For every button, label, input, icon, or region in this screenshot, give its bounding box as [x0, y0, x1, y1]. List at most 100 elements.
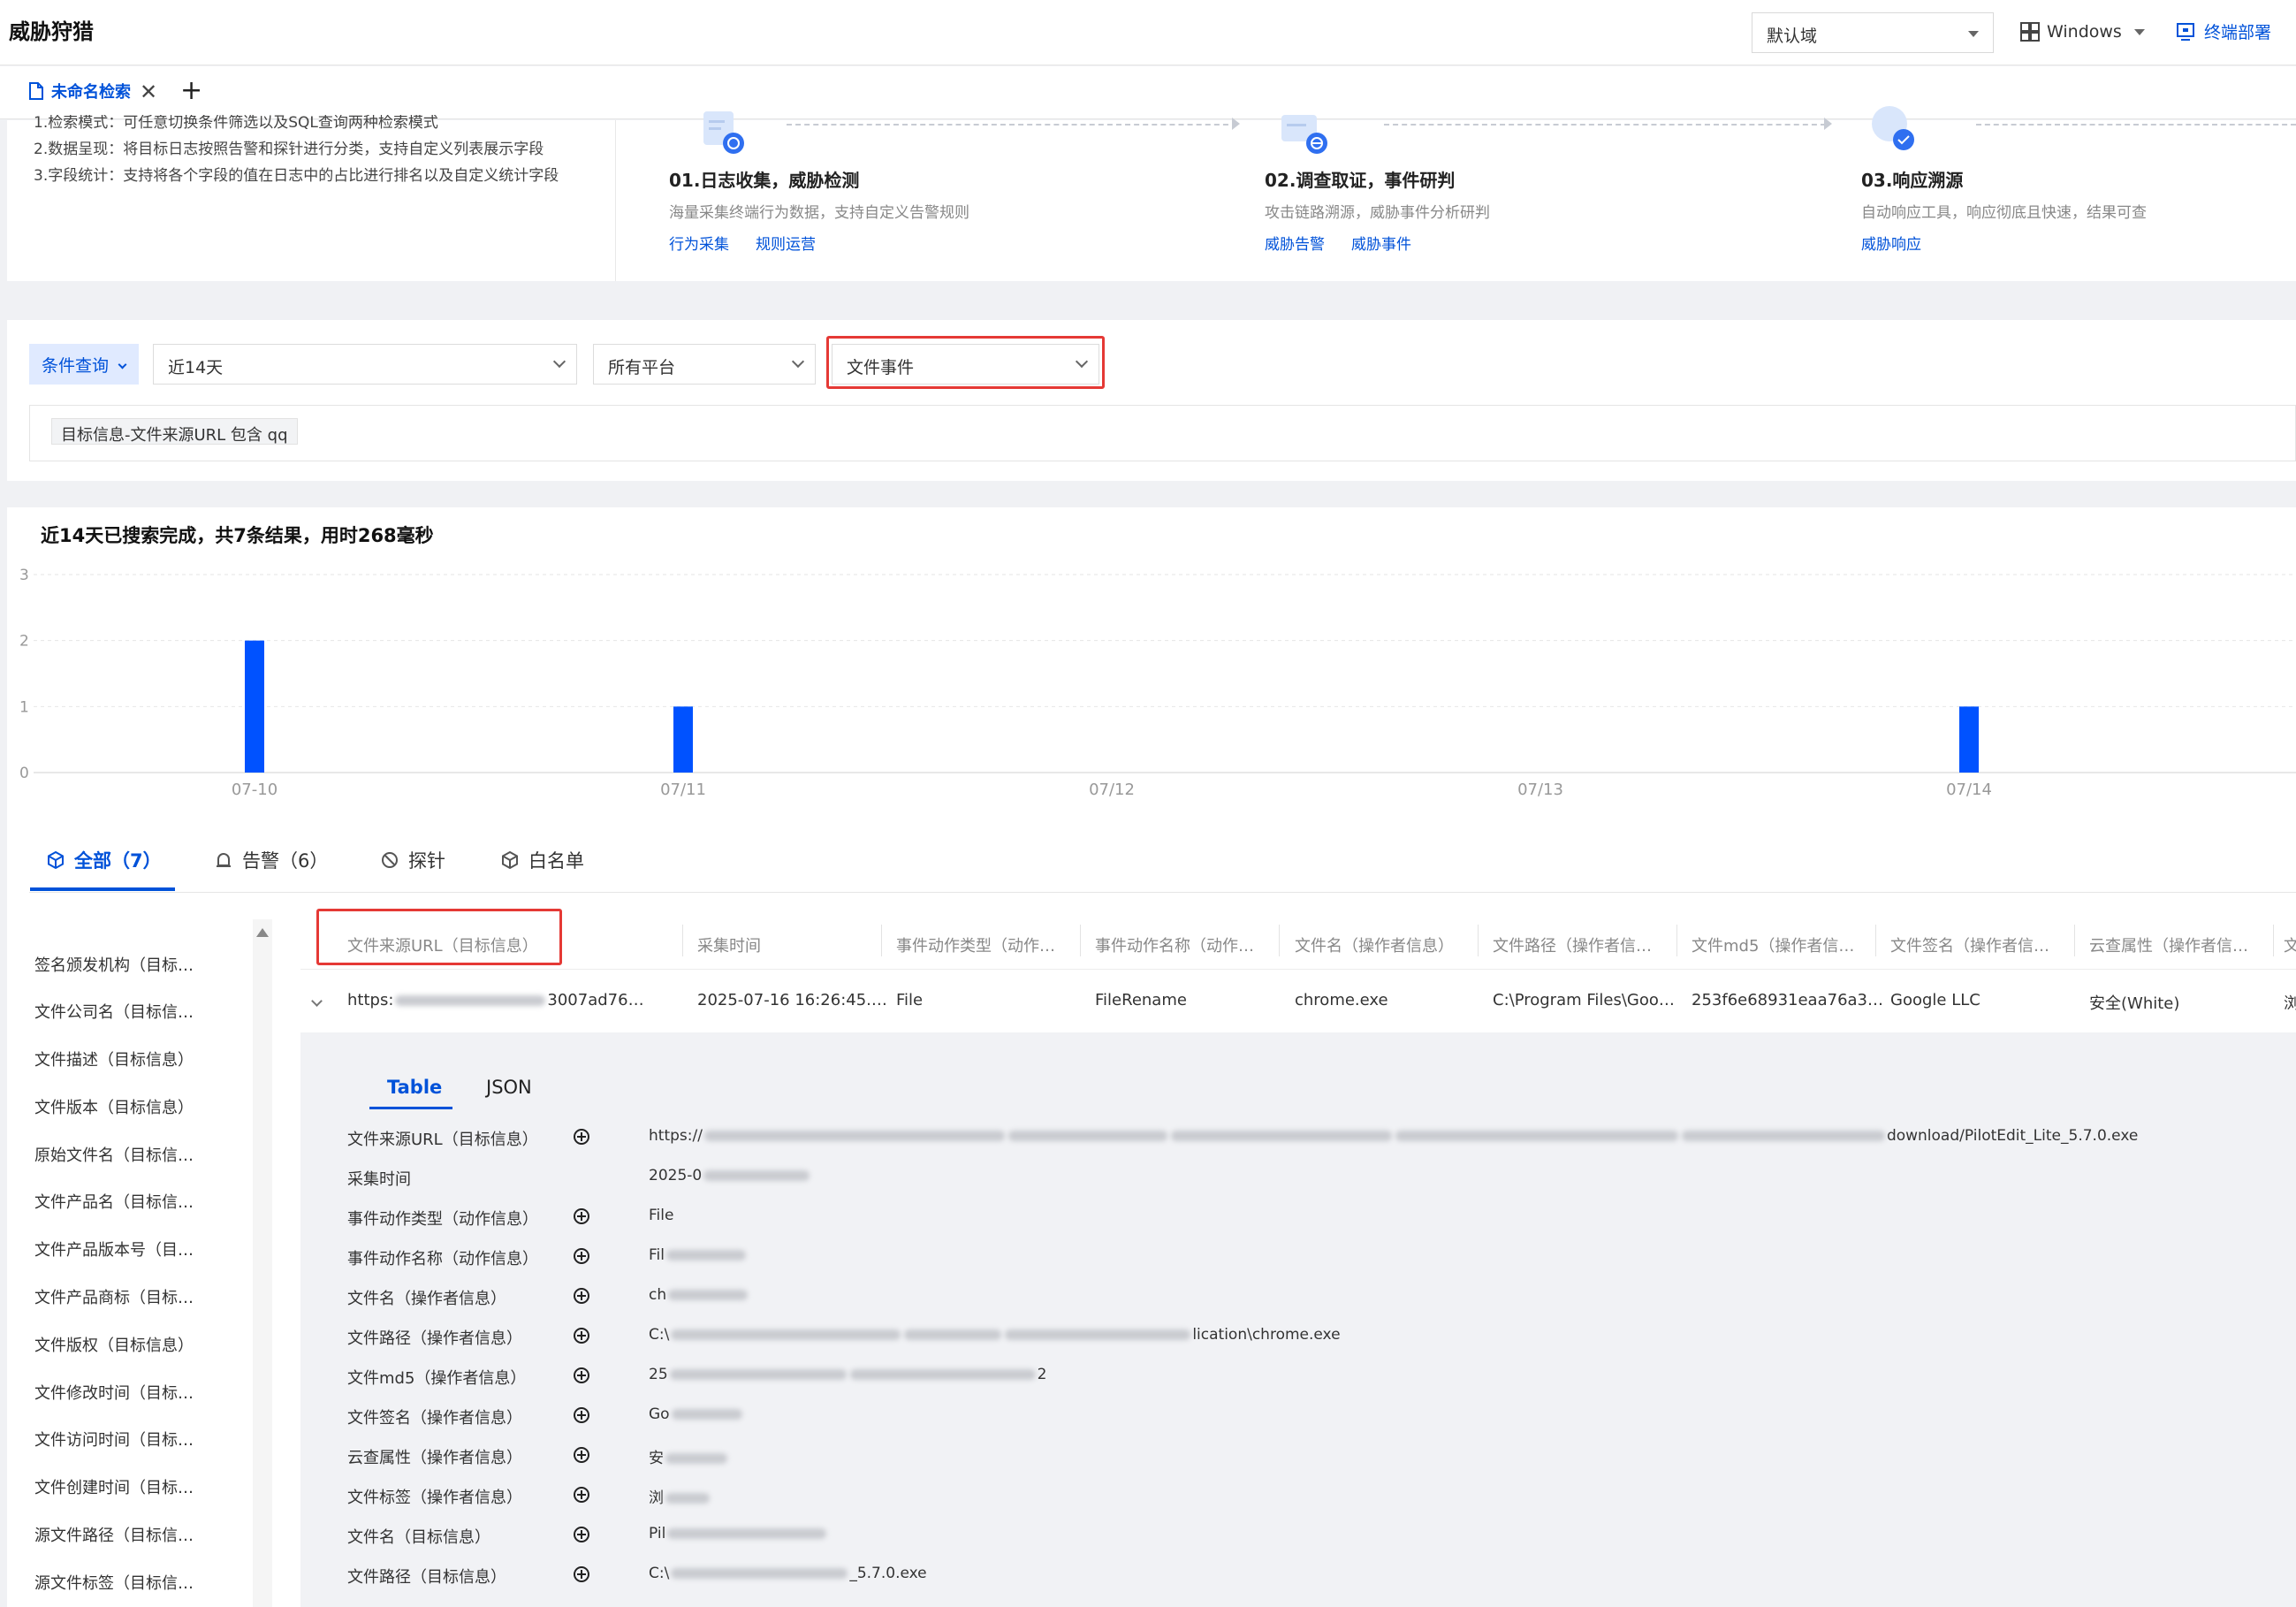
field-list-item[interactable]: 文件产品版本号（目…: [34, 1238, 194, 1260]
add-filter-icon[interactable]: [573, 1247, 590, 1265]
field-list-item[interactable]: 文件版本（目标信息）: [34, 1095, 194, 1118]
redacted-text: [395, 995, 546, 1006]
field-list-item[interactable]: 文件版权（目标信息）: [34, 1333, 194, 1356]
divider: [300, 969, 2296, 970]
column-header[interactable]: 文件名（操作者信息）: [1295, 933, 1454, 956]
value-text: C:\: [649, 1565, 670, 1582]
deploy-link-label: 终端部署: [2204, 23, 2272, 42]
add-filter-icon[interactable]: [573, 1327, 590, 1344]
detail-value: 浏: [649, 1485, 711, 1507]
tab-current-search[interactable]: 未命名检索: [28, 80, 131, 103]
field-list-item[interactable]: 文件产品商标（目标…: [34, 1285, 194, 1308]
column-header[interactable]: 文: [2284, 933, 2296, 956]
column-separator[interactable]: [881, 925, 882, 956]
add-filter-icon[interactable]: [573, 1287, 590, 1305]
detail-value: 2025-0: [649, 1167, 811, 1184]
detail-value: https:// download/PilotEdit_Lite_5.7.0.ex…: [649, 1127, 2138, 1145]
field-list-item[interactable]: 文件访问时间（目标…: [34, 1428, 194, 1451]
add-filter-icon[interactable]: [573, 1565, 590, 1583]
chevron-down-icon: [552, 354, 566, 369]
windows-icon: [2020, 22, 2040, 42]
column-separator[interactable]: [1080, 925, 1081, 956]
detail-value: ch: [649, 1286, 749, 1304]
step-title: 01.日志收集，威胁检测: [669, 170, 860, 191]
column-separator[interactable]: [2273, 925, 2274, 956]
condition-area[interactable]: [29, 405, 2296, 461]
step-title: 03.响应溯源: [1861, 170, 1964, 191]
os-select[interactable]: Windows: [2020, 21, 2145, 42]
field-list-item[interactable]: 源文件路径（目标信…: [34, 1523, 194, 1546]
column-header[interactable]: 文件md5（操作者信…: [1692, 933, 1854, 956]
add-filter-icon[interactable]: [573, 1207, 590, 1225]
detail-tab-table[interactable]: Table: [387, 1077, 442, 1098]
column-separator[interactable]: [682, 925, 683, 956]
link-behavior-collection[interactable]: 行为采集: [669, 232, 729, 254]
chart-bar[interactable]: [673, 706, 693, 773]
add-filter-icon[interactable]: [573, 1128, 590, 1146]
app-title: 威胁狩猎: [9, 19, 94, 44]
domain-select[interactable]: 默认域: [1752, 12, 1994, 53]
column-separator[interactable]: [1478, 925, 1479, 956]
value-text: _5.7.0.exe: [849, 1565, 927, 1582]
value-text: lication\chrome.exe: [1192, 1326, 1341, 1344]
add-filter-icon[interactable]: [573, 1526, 590, 1543]
chart-bar[interactable]: [1959, 706, 1979, 773]
link-threat-response[interactable]: 威胁响应: [1861, 232, 1921, 254]
link-threat-alerts[interactable]: 威胁告警: [1265, 232, 1325, 254]
column-separator[interactable]: [1875, 925, 1876, 956]
detail-key: 云查属性（操作者信息）: [347, 1449, 522, 1467]
field-list-item[interactable]: 签名颁发机构（目标…: [34, 953, 194, 976]
column-header[interactable]: 文件签名（操作者信…: [1890, 933, 2049, 956]
table-cell-cloud: 安全(White): [2089, 994, 2180, 1013]
step-desc: 海量采集终端行为数据，支持自定义告警规则: [669, 204, 969, 222]
chart-bar[interactable]: [245, 640, 264, 773]
field-list-item[interactable]: 原始文件名（目标信…: [34, 1143, 194, 1166]
column-header[interactable]: 文件来源URL（目标信息）: [347, 933, 538, 956]
time-range-select[interactable]: 近14天: [153, 344, 577, 385]
redacted-text: [666, 1250, 746, 1260]
field-list-scrollbar[interactable]: [253, 919, 272, 1607]
step-desc: 自动响应工具，响应彻底且快速，结果可查: [1861, 204, 2147, 222]
column-header[interactable]: 文件路径（操作者信…: [1493, 933, 1652, 956]
field-list-item[interactable]: 文件创建时间（目标…: [34, 1475, 194, 1498]
column-header[interactable]: 事件动作名称（动作…: [1095, 933, 1254, 956]
add-filter-icon[interactable]: [573, 1406, 590, 1424]
active-tab-indicator: [30, 887, 175, 891]
field-list-item[interactable]: 文件修改时间（目标…: [34, 1381, 194, 1404]
event-type-select[interactable]: 文件事件: [832, 344, 1099, 385]
column-separator[interactable]: [1279, 925, 1280, 956]
detail-key: 事件动作名称（动作信息）: [347, 1250, 538, 1268]
link-threat-events[interactable]: 威胁事件: [1351, 232, 1411, 254]
field-list-item[interactable]: 文件描述（目标信息）: [34, 1047, 194, 1070]
add-filter-icon[interactable]: [573, 1446, 590, 1464]
field-list-item[interactable]: 文件公司名（目标信…: [34, 1000, 194, 1023]
column-separator[interactable]: [1676, 925, 1677, 956]
add-tab-button[interactable]: +: [180, 78, 202, 104]
tab-all[interactable]: 全部（7）: [46, 847, 162, 873]
platform-select[interactable]: 所有平台: [593, 344, 816, 385]
deploy-link[interactable]: 终端部署: [2176, 19, 2271, 43]
condition-tag[interactable]: 目标信息-文件来源URL 包含 qq: [51, 418, 298, 445]
tab-alerts[interactable]: 告警（6）: [214, 847, 328, 873]
field-list-item[interactable]: 源文件标签（目标信…: [34, 1571, 194, 1594]
detail-tab-json[interactable]: JSON: [486, 1077, 532, 1098]
condition-query-button[interactable]: 条件查询: [29, 344, 139, 385]
column-header[interactable]: 云查属性（操作者信…: [2089, 933, 2248, 956]
add-filter-icon[interactable]: [573, 1367, 590, 1384]
tab-probe[interactable]: 探针: [380, 847, 445, 873]
arrow-right-icon: [1232, 118, 1240, 130]
detail-value: Pil: [649, 1525, 828, 1542]
link-rule-operation[interactable]: 规则运营: [756, 232, 816, 254]
tab-alerts-label: 告警（6）: [242, 850, 329, 872]
scroll-up-arrow-icon[interactable]: [256, 928, 269, 937]
column-header[interactable]: 事件动作类型（动作…: [896, 933, 1055, 956]
add-filter-icon[interactable]: [573, 1486, 590, 1504]
table-cell-action-type: File: [896, 991, 924, 1009]
step-log-icon: [698, 108, 755, 159]
field-list-item[interactable]: 文件产品名（目标信…: [34, 1190, 194, 1213]
column-separator[interactable]: [2074, 925, 2075, 956]
tab-whitelist[interactable]: 白名单: [500, 847, 584, 873]
redacted-text: [671, 1409, 742, 1420]
column-header[interactable]: 采集时间: [697, 933, 761, 956]
close-tab-icon[interactable]: ✕: [140, 81, 157, 103]
